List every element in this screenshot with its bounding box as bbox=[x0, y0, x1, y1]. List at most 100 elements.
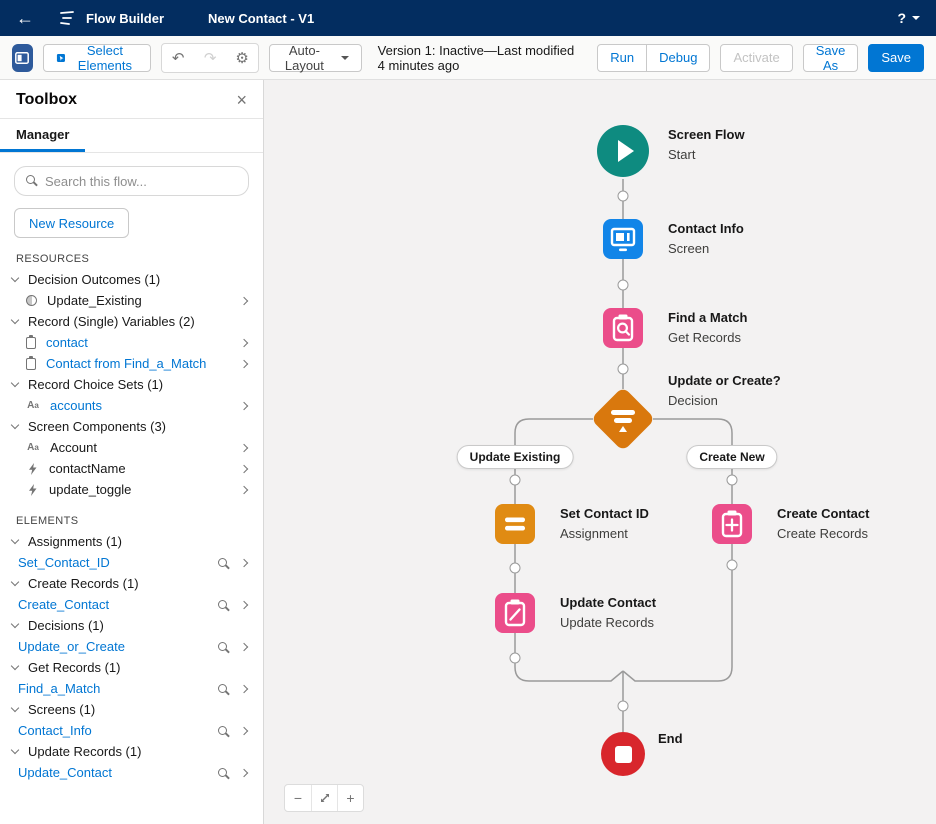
chevron-right-icon[interactable] bbox=[239, 600, 249, 609]
stop-icon bbox=[614, 745, 632, 763]
connector-add-button[interactable] bbox=[617, 279, 629, 291]
activate-button[interactable]: Activate bbox=[720, 43, 793, 72]
find-in-canvas-icon[interactable] bbox=[218, 726, 227, 735]
zoom-in-button[interactable]: + bbox=[337, 785, 363, 811]
help-menu[interactable]: ? bbox=[897, 10, 920, 26]
record-variable-icon bbox=[26, 334, 36, 349]
chevron-down-icon bbox=[10, 420, 20, 430]
end-node[interactable] bbox=[601, 732, 645, 776]
resource-item-contact[interactable]: contact bbox=[0, 332, 263, 353]
layout-mode-dropdown[interactable]: Auto-Layout bbox=[269, 42, 362, 73]
outcome-icon bbox=[26, 295, 37, 306]
element-group-get-records[interactable]: Get Records (1) bbox=[0, 657, 263, 678]
chevron-right-icon[interactable] bbox=[239, 558, 249, 567]
element-group-update-records[interactable]: Update Records (1) bbox=[0, 741, 263, 762]
find-in-canvas-icon[interactable] bbox=[218, 768, 227, 777]
play-icon bbox=[618, 140, 634, 162]
connector-add-button[interactable] bbox=[509, 474, 521, 486]
undo-button[interactable]: ↶ bbox=[162, 44, 194, 72]
node-label: Update Contact Update Records bbox=[560, 595, 657, 630]
chevron-right-icon[interactable] bbox=[239, 642, 249, 651]
canvas-zoom-controls: − + bbox=[284, 784, 364, 812]
search-input[interactable] bbox=[14, 166, 249, 196]
find-in-canvas-icon[interactable] bbox=[218, 642, 227, 651]
element-item-update-or-create[interactable]: Update_or_Create bbox=[0, 636, 263, 657]
element-group-screens[interactable]: Screens (1) bbox=[0, 699, 263, 720]
panel-icon bbox=[15, 51, 30, 64]
chevron-right-icon[interactable] bbox=[239, 768, 249, 777]
find-in-canvas-icon[interactable] bbox=[218, 558, 227, 567]
connector-add-button[interactable] bbox=[509, 562, 521, 574]
chevron-down-icon bbox=[912, 16, 920, 20]
screen-node[interactable] bbox=[603, 219, 643, 259]
fit-to-view-button[interactable] bbox=[311, 785, 337, 811]
connector-add-button[interactable] bbox=[509, 652, 521, 664]
chevron-down-icon bbox=[10, 273, 20, 283]
close-icon[interactable]: × bbox=[236, 91, 247, 109]
resource-item-contact-from-find-a-match[interactable]: Contact from Find_a_Match bbox=[0, 353, 263, 374]
resource-group-decision-outcomes[interactable]: Decision Outcomes (1) bbox=[0, 269, 263, 290]
chevron-right-icon[interactable] bbox=[239, 726, 249, 735]
resource-item-account[interactable]: Aa Account bbox=[0, 437, 263, 458]
select-elements-button[interactable]: Select Elements bbox=[42, 43, 152, 73]
group-label: Screen Components (3) bbox=[28, 419, 167, 434]
create-records-node[interactable] bbox=[712, 504, 752, 544]
zoom-out-button[interactable]: − bbox=[285, 785, 311, 811]
chevron-right-icon[interactable] bbox=[239, 684, 249, 693]
flow-canvas[interactable]: Screen Flow Start Contact Info Screen Fi… bbox=[264, 80, 936, 824]
chevron-right-icon[interactable] bbox=[239, 401, 249, 410]
chevron-right-icon[interactable] bbox=[239, 359, 249, 368]
resource-item-accounts[interactable]: Aa accounts bbox=[0, 395, 263, 416]
resource-item-update-existing[interactable]: Update_Existing bbox=[0, 290, 263, 311]
find-in-canvas-icon[interactable] bbox=[218, 600, 227, 609]
resource-item-update-toggle[interactable]: update_toggle bbox=[0, 479, 263, 500]
connector-add-button[interactable] bbox=[726, 559, 738, 571]
debug-button[interactable]: Debug bbox=[647, 43, 711, 72]
redo-button[interactable]: ↷ bbox=[194, 44, 226, 72]
flow-title: New Contact - V1 bbox=[208, 10, 315, 26]
element-group-decisions[interactable]: Decisions (1) bbox=[0, 615, 263, 636]
element-group-create-records[interactable]: Create Records (1) bbox=[0, 573, 263, 594]
chevron-right-icon[interactable] bbox=[239, 296, 249, 305]
record-variable-icon bbox=[26, 355, 36, 370]
get-records-icon bbox=[612, 314, 634, 342]
element-item-create-contact[interactable]: Create_Contact bbox=[0, 594, 263, 615]
layout-mode-label: Auto-Layout bbox=[284, 42, 324, 73]
resource-item-contactname[interactable]: contactName bbox=[0, 458, 263, 479]
element-item-contact-info[interactable]: Contact_Info bbox=[0, 720, 263, 741]
save-as-button[interactable]: Save As bbox=[802, 43, 859, 73]
select-cursor-icon bbox=[56, 53, 65, 62]
connector-add-button[interactable] bbox=[617, 363, 629, 375]
resource-group-screen-components[interactable]: Screen Components (3) bbox=[0, 416, 263, 437]
save-button[interactable]: Save bbox=[868, 43, 924, 72]
run-button[interactable]: Run bbox=[597, 43, 648, 72]
find-in-canvas-icon[interactable] bbox=[218, 684, 227, 693]
elements-tree: Assignments (1) Set_Contact_ID Create Re… bbox=[0, 531, 263, 783]
back-arrow-icon[interactable]: ← bbox=[16, 8, 34, 29]
element-group-assignments[interactable]: Assignments (1) bbox=[0, 531, 263, 552]
flow-toolbar: Select Elements ↶ ↷ ⚙ Auto-Layout Versio… bbox=[0, 36, 936, 80]
connector-add-button[interactable] bbox=[726, 474, 738, 486]
start-node[interactable] bbox=[597, 125, 649, 177]
group-label: Record (Single) Variables (2) bbox=[28, 314, 195, 329]
element-item-set-contact-id[interactable]: Set_Contact_ID bbox=[0, 552, 263, 573]
chevron-right-icon[interactable] bbox=[239, 464, 249, 473]
update-records-node[interactable] bbox=[495, 593, 535, 633]
element-item-update-contact[interactable]: Update_Contact bbox=[0, 762, 263, 783]
assignment-node[interactable] bbox=[495, 504, 535, 544]
settings-gear-button[interactable]: ⚙ bbox=[226, 44, 258, 72]
chevron-right-icon[interactable] bbox=[239, 338, 249, 347]
chevron-right-icon[interactable] bbox=[239, 485, 249, 494]
tab-manager[interactable]: Manager bbox=[0, 119, 86, 152]
app-title: Flow Builder bbox=[86, 10, 164, 26]
chevron-down-icon bbox=[10, 619, 20, 629]
connector-add-button[interactable] bbox=[617, 700, 629, 712]
resource-group-record-variables[interactable]: Record (Single) Variables (2) bbox=[0, 311, 263, 332]
get-records-node[interactable] bbox=[603, 308, 643, 348]
new-resource-button[interactable]: New Resource bbox=[14, 208, 130, 238]
element-item-find-a-match[interactable]: Find_a_Match bbox=[0, 678, 263, 699]
toggle-toolbox-button[interactable] bbox=[12, 43, 33, 72]
connector-add-button[interactable] bbox=[617, 190, 629, 202]
resource-group-record-choice-sets[interactable]: Record Choice Sets (1) bbox=[0, 374, 263, 395]
chevron-right-icon[interactable] bbox=[239, 443, 249, 452]
